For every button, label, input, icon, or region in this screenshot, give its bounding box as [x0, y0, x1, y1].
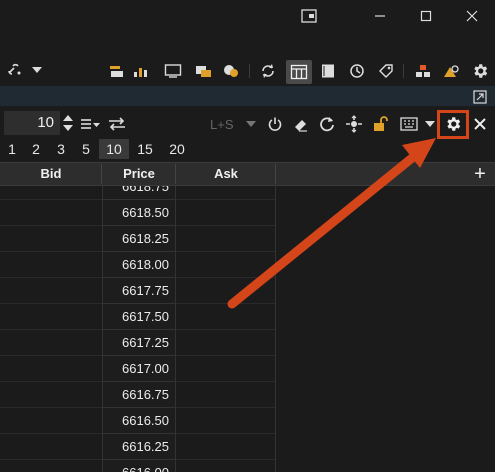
depth-option[interactable]: 2 [28, 139, 44, 159]
bid-cell[interactable] [0, 278, 102, 304]
depth-option-selected[interactable]: 10 [99, 139, 129, 159]
popout-icon[interactable] [473, 90, 487, 104]
ask-cell[interactable] [176, 186, 276, 200]
settings-icon[interactable] [470, 62, 490, 80]
ladder-row: 6617.00 [0, 356, 495, 382]
ask-cell[interactable] [176, 408, 276, 434]
ladder-row: 6616.25 [0, 434, 495, 460]
ladder-row: 6617.50 [0, 304, 495, 330]
ladder-row: 6616.00 [0, 460, 495, 472]
price-cell: 6618.00 [102, 252, 176, 278]
bid-cell[interactable] [0, 382, 102, 408]
ladder-row: 6617.25 [0, 330, 495, 356]
center-price-icon[interactable] [343, 114, 365, 134]
ladder-row: 6618.75 [0, 186, 495, 200]
depth-option[interactable]: 5 [78, 139, 94, 159]
bid-cell[interactable] [0, 356, 102, 382]
price-cell: 6618.25 [102, 226, 176, 252]
bid-cell[interactable] [0, 252, 102, 278]
dom-ladder-icon[interactable] [286, 60, 312, 84]
bid-column-header[interactable]: Bid [0, 162, 102, 186]
bid-cell[interactable] [0, 186, 102, 200]
price-cell: 6618.50 [102, 200, 176, 226]
power-icon[interactable] [264, 114, 286, 134]
bid-cell[interactable] [0, 460, 102, 472]
ask-cell[interactable] [176, 304, 276, 330]
ask-cell[interactable] [176, 330, 276, 356]
ask-cell[interactable] [176, 200, 276, 226]
ask-cell[interactable] [176, 226, 276, 252]
price-cell: 6616.50 [102, 408, 176, 434]
coins-icon[interactable] [221, 62, 241, 80]
minimize-button[interactable] [357, 0, 403, 32]
price-cell: 6618.75 [102, 186, 176, 200]
bid-cell[interactable] [0, 226, 102, 252]
ask-cell[interactable] [176, 382, 276, 408]
link-dropdown-icon[interactable] [27, 61, 47, 79]
ladder-row: 6618.00 [0, 252, 495, 278]
price-cell: 6617.25 [102, 330, 176, 356]
bid-cell[interactable] [0, 330, 102, 356]
column-divider [275, 186, 276, 472]
monitor-icon[interactable] [163, 62, 183, 80]
depth-option[interactable]: 15 [134, 139, 156, 159]
book-icon[interactable] [318, 62, 338, 80]
order-type-label: L+S [210, 117, 234, 132]
column-divider [275, 164, 276, 184]
tag-icon[interactable] [376, 62, 396, 80]
ladder-row: 6618.25 [0, 226, 495, 252]
alerts-icon[interactable] [441, 62, 461, 80]
quantity-stepper[interactable] [62, 112, 74, 134]
price-cell: 6617.50 [102, 304, 176, 330]
history-icon[interactable] [347, 62, 367, 80]
price-cell: 6617.00 [102, 356, 176, 382]
price-ladder: 6618.75 6618.50 6618.25 6618.00 6617.75 … [0, 186, 495, 472]
ask-cell[interactable] [176, 460, 276, 472]
ask-cell[interactable] [176, 356, 276, 382]
price-cell: 6616.25 [102, 434, 176, 460]
close-window-button[interactable] [449, 0, 495, 32]
ask-column-header[interactable]: Ask [176, 162, 276, 186]
bid-cell[interactable] [0, 304, 102, 330]
quantity-input[interactable]: 10 [4, 111, 60, 135]
ladder-row: 6618.50 [0, 200, 495, 226]
close-icon[interactable] [469, 114, 491, 134]
strategy-icon[interactable] [413, 62, 433, 80]
price-column-header[interactable]: Price [102, 162, 176, 186]
link-icon[interactable] [6, 61, 26, 79]
price-cell: 6616.75 [102, 382, 176, 408]
ladder-row: 6616.50 [0, 408, 495, 434]
refresh-icon[interactable] [258, 62, 278, 80]
toolbar-separator [403, 64, 404, 78]
unlock-icon[interactable] [369, 114, 391, 134]
order-type-dropdown-icon[interactable] [240, 114, 262, 134]
windows-icon[interactable] [193, 62, 213, 80]
bid-cell[interactable] [0, 434, 102, 460]
keyboard-icon[interactable] [398, 114, 420, 134]
add-column-button[interactable]: + [470, 162, 490, 186]
ask-cell[interactable] [176, 434, 276, 460]
reverse-position-icon[interactable] [106, 114, 128, 134]
snap-window-icon[interactable] [286, 0, 332, 32]
list-menu-icon[interactable] [79, 114, 101, 134]
eraser-icon[interactable] [290, 114, 312, 134]
ask-cell[interactable] [176, 252, 276, 278]
panel-header-strip [0, 86, 495, 106]
bid-cell[interactable] [0, 200, 102, 226]
depth-option[interactable]: 3 [53, 139, 69, 159]
toolbar-separator [249, 64, 250, 78]
broker-icon[interactable] [107, 62, 127, 80]
ladder-row: 6617.75 [0, 278, 495, 304]
ladder-row: 6616.75 [0, 382, 495, 408]
price-cell: 6616.00 [102, 460, 176, 472]
chart-builder-icon[interactable] [131, 62, 151, 80]
maximize-button[interactable] [403, 0, 449, 32]
depth-option[interactable]: 20 [166, 139, 188, 159]
bid-cell[interactable] [0, 408, 102, 434]
settings-highlight-box [437, 110, 469, 139]
ask-cell[interactable] [176, 278, 276, 304]
recenter-icon[interactable] [316, 114, 338, 134]
depth-option[interactable]: 1 [4, 139, 20, 159]
price-cell: 6617.75 [102, 278, 176, 304]
